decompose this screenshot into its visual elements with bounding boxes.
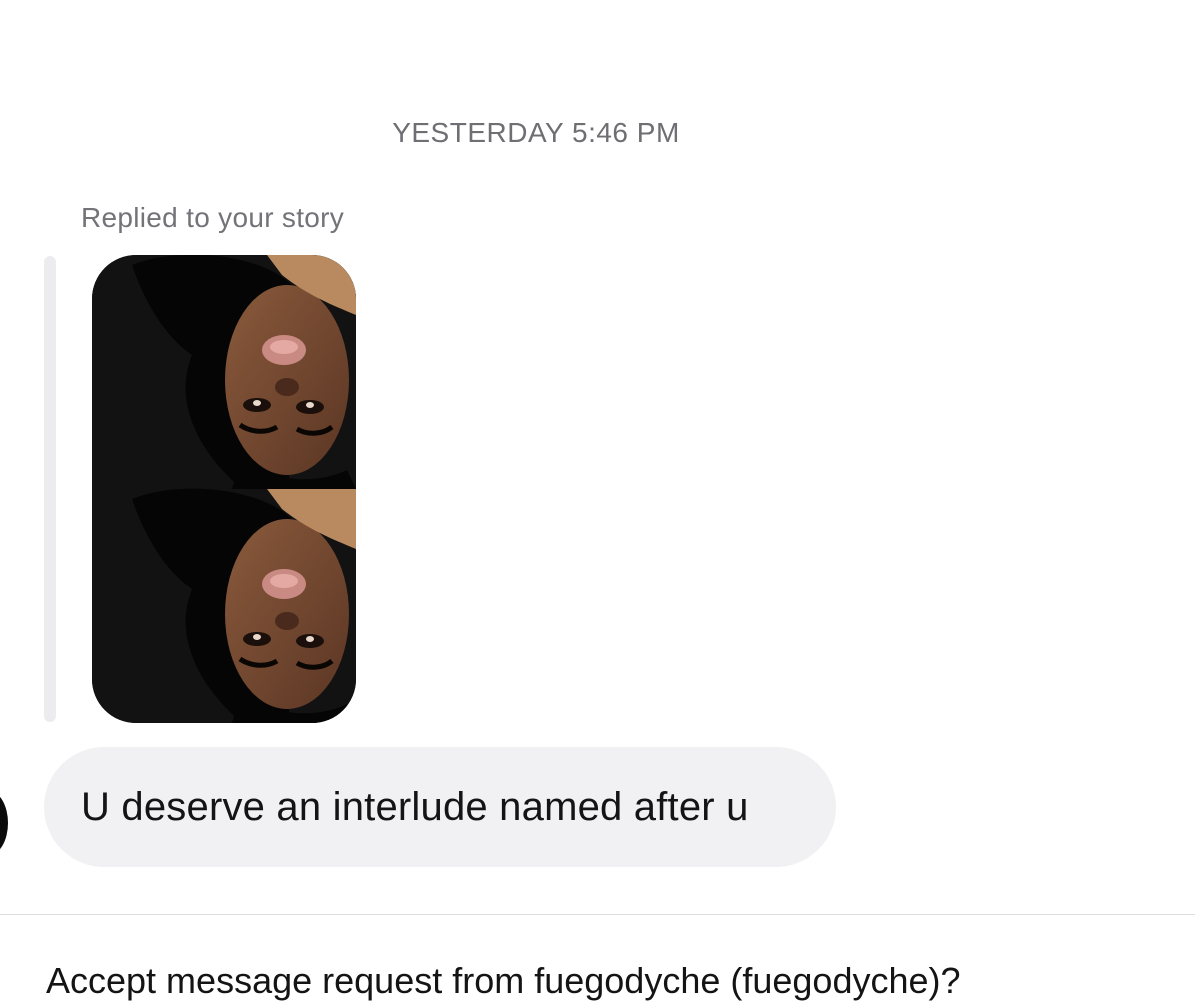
story-image (92, 255, 356, 723)
message-timestamp: YESTERDAY 5:46 PM (392, 117, 680, 148)
sender-avatar[interactable] (0, 791, 8, 855)
story-reply-label: Replied to your story (81, 202, 345, 233)
reply-indicator-bar (44, 256, 56, 722)
message-text: U deserve an interlude named after u (81, 784, 749, 829)
story-thumbnail[interactable] (92, 255, 356, 723)
message-bubble[interactable]: U deserve an interlude named after u (44, 747, 836, 867)
section-divider (0, 914, 1195, 915)
message-request-prompt: Accept message request from fuegodyche (… (46, 960, 961, 1001)
